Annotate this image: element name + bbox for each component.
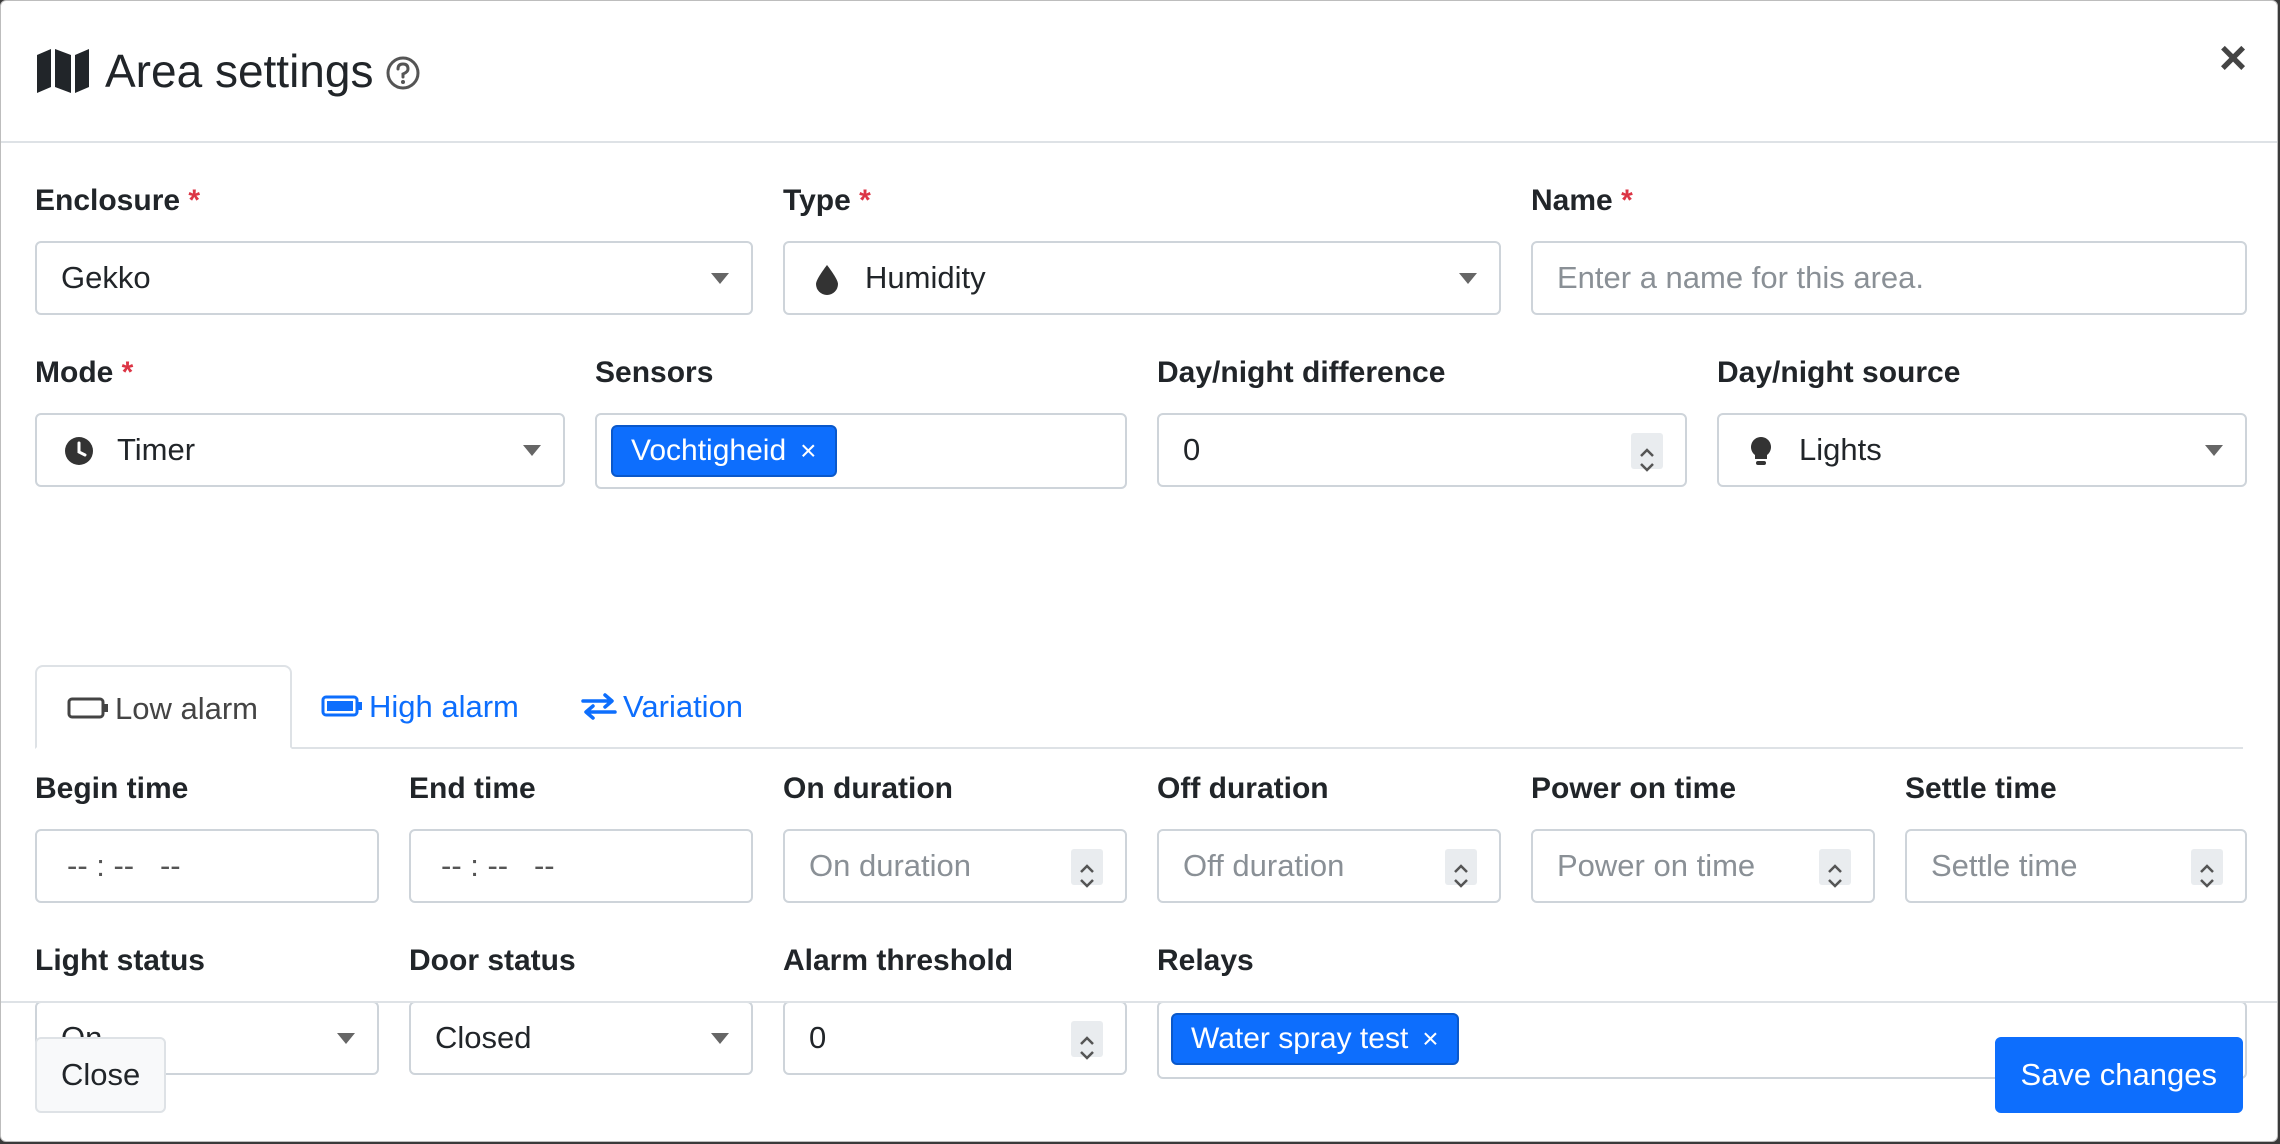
light-status-label: Light status xyxy=(35,944,205,977)
swap-arrows-icon xyxy=(581,693,617,720)
battery-empty-icon xyxy=(67,697,108,719)
begin-time-input[interactable]: -- : -- -- xyxy=(35,829,379,903)
alarm-threshold-label: Alarm threshold xyxy=(783,944,1014,977)
name-input[interactable]: Enter a name for this area. xyxy=(1531,241,2247,315)
close-button[interactable]: Close xyxy=(35,1037,167,1113)
on-duration-label: On duration xyxy=(783,772,953,805)
area-settings-modal: Area settings × Enclosure * Gekko Type *… xyxy=(0,0,2278,1142)
sensors-multiselect[interactable]: Vochtigheid × xyxy=(595,413,1127,489)
day-night-source-value: Lights xyxy=(1799,432,1882,467)
power-on-time-input[interactable]: Power on time xyxy=(1531,829,1875,903)
power-on-time-label: Power on time xyxy=(1531,772,1737,805)
type-label: Type * xyxy=(783,184,871,217)
spinner-icon[interactable] xyxy=(2191,849,2223,888)
name-placeholder: Enter a name for this area. xyxy=(1557,260,1925,295)
sensors-label: Sensors xyxy=(595,356,714,389)
tab-variation[interactable]: Variation xyxy=(581,665,743,749)
sensor-tag[interactable]: Vochtigheid × xyxy=(611,425,837,477)
on-duration-placeholder: On duration xyxy=(809,848,971,883)
on-duration-input[interactable]: On duration xyxy=(783,829,1127,903)
droplet-icon xyxy=(816,265,838,295)
off-duration-placeholder: Off duration xyxy=(1183,848,1345,883)
enclosure-value: Gekko xyxy=(61,260,151,295)
tab-high-alarm[interactable]: High alarm xyxy=(321,665,519,749)
day-night-source-label: Day/night source xyxy=(1717,356,1961,389)
chevron-down-icon xyxy=(711,273,729,284)
mode-label: Mode * xyxy=(35,356,134,389)
chevron-down-icon xyxy=(2205,445,2223,456)
mode-select[interactable]: Timer xyxy=(35,413,565,487)
day-night-difference-label: Day/night difference xyxy=(1157,356,1446,389)
spinner-icon[interactable] xyxy=(1071,849,1103,888)
enclosure-label: Enclosure * xyxy=(35,184,201,217)
door-status-label: Door status xyxy=(409,944,576,977)
tab-low-alarm[interactable]: Low alarm xyxy=(35,665,292,749)
battery-full-icon xyxy=(321,695,362,717)
end-time-input[interactable]: -- : -- -- xyxy=(409,829,753,903)
spinner-icon[interactable] xyxy=(1819,849,1851,888)
settle-time-input[interactable]: Settle time xyxy=(1905,829,2247,903)
chevron-down-icon xyxy=(523,445,541,456)
clock-icon xyxy=(65,437,93,465)
save-changes-button[interactable]: Save changes xyxy=(1994,1037,2243,1113)
modal-header: Area settings × xyxy=(1,1,2277,143)
modal-body: Enclosure * Gekko Type * Humidity Name *… xyxy=(1,143,2277,1079)
name-label: Name * xyxy=(1531,184,1633,217)
map-icon xyxy=(37,49,89,93)
day-night-source-select[interactable]: Lights xyxy=(1717,413,2247,487)
chevron-down-icon xyxy=(1459,273,1477,284)
end-time-value: -- : -- -- xyxy=(441,848,555,883)
settle-time-placeholder: Settle time xyxy=(1931,848,2078,883)
modal-title: Area settings xyxy=(105,45,374,97)
modal-footer: Close Save changes xyxy=(1,1001,2277,1141)
begin-time-value: -- : -- -- xyxy=(67,848,181,883)
begin-time-label: Begin time xyxy=(35,772,189,805)
type-value: Humidity xyxy=(865,260,986,295)
off-duration-label: Off duration xyxy=(1157,772,1329,805)
close-icon[interactable]: × xyxy=(2219,31,2247,87)
settle-time-label: Settle time xyxy=(1905,772,2057,805)
enclosure-select[interactable]: Gekko xyxy=(35,241,753,315)
day-night-difference-value: 0 xyxy=(1183,432,1201,467)
spinner-icon[interactable] xyxy=(1631,433,1663,472)
day-night-difference-input[interactable]: 0 xyxy=(1157,413,1687,487)
end-time-label: End time xyxy=(409,772,536,805)
power-on-time-placeholder: Power on time xyxy=(1557,848,1756,883)
help-circle-icon[interactable] xyxy=(385,55,421,91)
mode-value: Timer xyxy=(117,432,196,467)
remove-tag-icon[interactable]: × xyxy=(800,435,816,466)
relays-label: Relays xyxy=(1157,944,1254,977)
lightbulb-icon xyxy=(1751,437,1771,465)
off-duration-input[interactable]: Off duration xyxy=(1157,829,1501,903)
spinner-icon[interactable] xyxy=(1445,849,1477,888)
type-select[interactable]: Humidity xyxy=(783,241,1501,315)
